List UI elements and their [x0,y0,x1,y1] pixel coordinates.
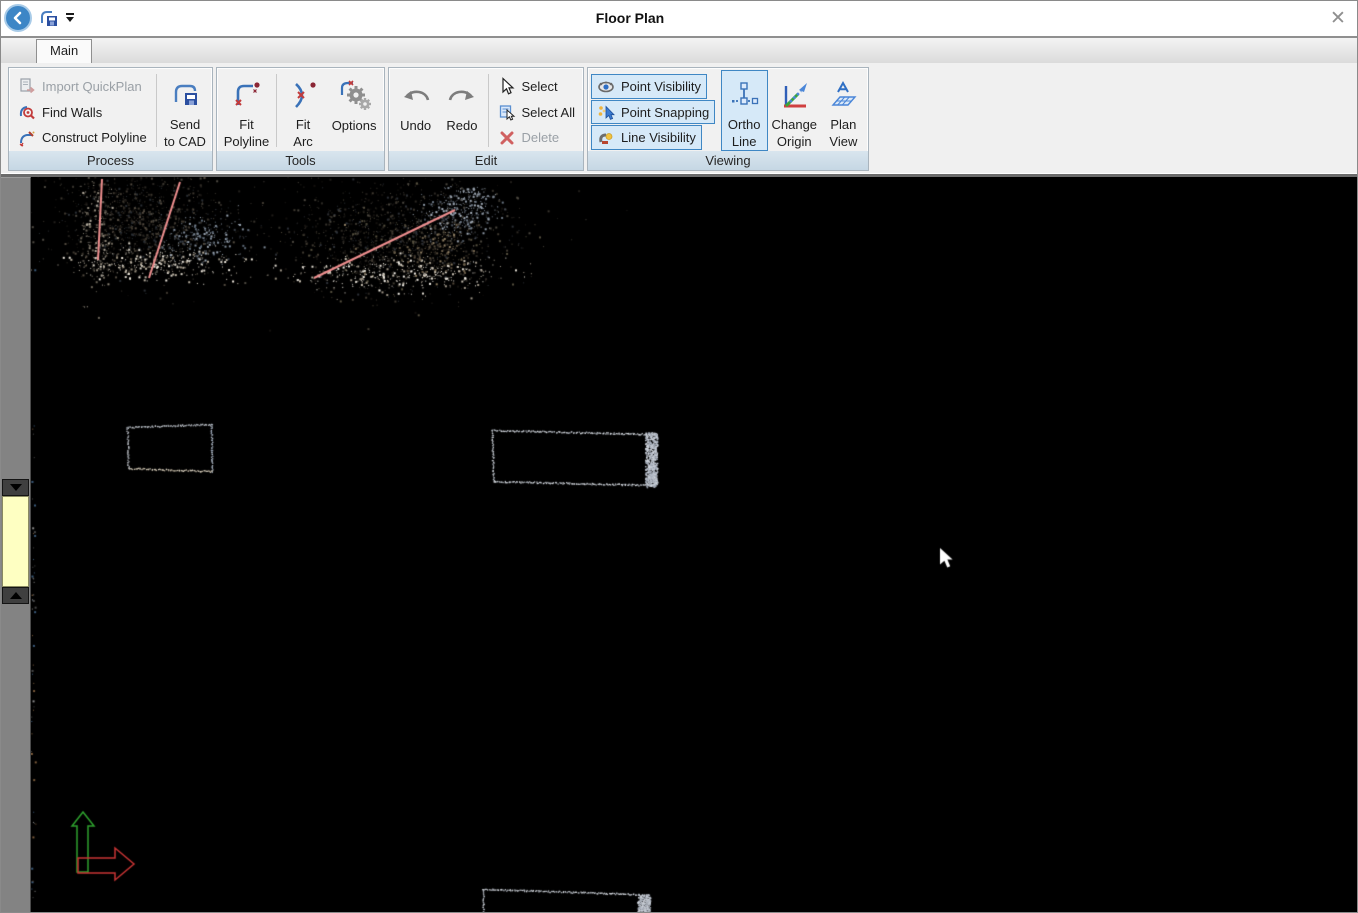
find-walls-label: Find Walls [42,105,102,120]
divider [488,74,489,147]
tab-main[interactable]: Main [36,39,92,63]
redo-icon [445,74,479,117]
snap-cursor-icon [597,103,615,121]
group-viewing: Point Visibility Point Snapping [587,67,869,171]
ortho-line-label-2: Line [732,133,757,150]
point-snapping-label: Point Snapping [621,105,709,120]
change-origin-button[interactable]: Change Origin [768,70,821,151]
redo-button[interactable]: Redo [439,70,484,151]
select-all-button[interactable]: Select All [492,100,581,125]
group-process: Import QuickPlan Find Walls [8,67,213,171]
line-bulb-icon [597,129,615,147]
import-quickplan-label: Import QuickPlan [42,79,142,94]
app-save-icon[interactable] [38,8,59,29]
options-label: Options [332,117,377,134]
app-window: Floor Plan ✕ Main Import QuickPlan [0,0,1358,913]
group-label-edit: Edit [389,151,583,170]
fit-arc-icon [287,74,319,116]
delete-button[interactable]: Delete [492,125,566,150]
plan-view-label-2: View [829,133,857,150]
group-tools: Fit Polyline Fit Arc [216,67,385,171]
point-visibility-label: Point Visibility [621,79,701,94]
select-all-icon [498,103,516,121]
group-edit: Undo Redo [388,67,584,171]
options-gears-icon [337,74,371,117]
point-visibility-toggle[interactable]: Point Visibility [591,74,707,99]
fit-polyline-label-2: Polyline [224,133,270,150]
send-to-cad-icon [170,74,200,116]
plan-view-button[interactable]: Plan View [821,70,866,151]
line-visibility-toggle[interactable]: Line Visibility [591,125,702,150]
fit-arc-button[interactable]: Fit Arc [280,70,326,151]
qat-bar [66,13,74,15]
find-walls-icon [18,103,36,121]
fit-polyline-label-1: Fit [239,116,253,133]
change-origin-label-1: Change [772,116,818,133]
triangle-down-icon [10,484,22,491]
construct-polyline-label: Construct Polyline [42,130,147,145]
undo-icon [399,74,433,117]
ortho-line-icon [729,74,759,116]
viewport [31,177,1357,912]
ortho-line-label-1: Ortho [728,116,761,133]
scroll-up-button[interactable] [2,587,29,604]
line-visibility-label: Line Visibility [621,130,696,145]
group-label-process: Process [9,151,212,170]
scrollbar-thumb[interactable] [2,496,29,587]
import-quickplan-button[interactable]: Import QuickPlan [12,74,148,99]
undo-button[interactable]: Undo [392,70,439,151]
ortho-line-toggle[interactable]: Ortho Line [721,70,768,151]
select-button[interactable]: Select [492,74,564,99]
find-walls-button[interactable]: Find Walls [12,100,108,125]
window-title: Floor Plan [596,10,664,26]
back-chevron-icon [11,11,25,25]
group-label-viewing: Viewing [588,151,868,170]
select-cursor-icon [498,77,516,95]
close-button[interactable]: ✕ [1325,5,1351,31]
ribbon: Import QuickPlan Find Walls [1,63,1357,173]
undo-label: Undo [400,117,431,134]
title-bar: Floor Plan ✕ [1,1,1357,36]
ribbon-tabstrip: Main [1,36,1357,63]
delete-x-icon [498,129,516,147]
import-quickplan-icon [18,77,36,95]
eye-icon [597,77,615,95]
redo-label: Redo [446,117,477,134]
select-all-label: Select All [522,105,575,120]
fit-polyline-button[interactable]: Fit Polyline [220,70,273,151]
fit-arc-label-2: Arc [293,133,313,150]
chevron-down-icon [66,17,74,22]
back-button[interactable] [4,4,32,32]
fit-polyline-icon [230,74,262,116]
delete-label: Delete [522,130,560,145]
fit-arc-label-1: Fit [296,116,310,133]
left-scrollbar[interactable] [1,177,31,912]
construct-polyline-icon [18,129,36,147]
plan-view-label-1: Plan [830,116,856,133]
divider [276,74,277,147]
send-to-cad-label-1: Send [170,116,200,133]
send-to-cad-label-2: to CAD [164,133,206,150]
plan-view-icon [828,74,858,116]
quick-access-dropdown[interactable] [65,13,75,25]
divider [156,74,157,147]
triangle-up-icon [10,592,22,599]
change-origin-label-2: Origin [777,133,812,150]
group-label-tools: Tools [217,151,384,170]
options-button[interactable]: Options [326,70,382,151]
construct-polyline-button[interactable]: Construct Polyline [12,125,153,150]
scroll-down-button[interactable] [2,479,29,496]
select-label: Select [522,79,558,94]
change-origin-icon [779,74,809,116]
point-snapping-toggle[interactable]: Point Snapping [591,100,715,125]
viewport-canvas[interactable] [31,177,1358,913]
send-to-cad-button[interactable]: Send to CAD [160,70,210,151]
